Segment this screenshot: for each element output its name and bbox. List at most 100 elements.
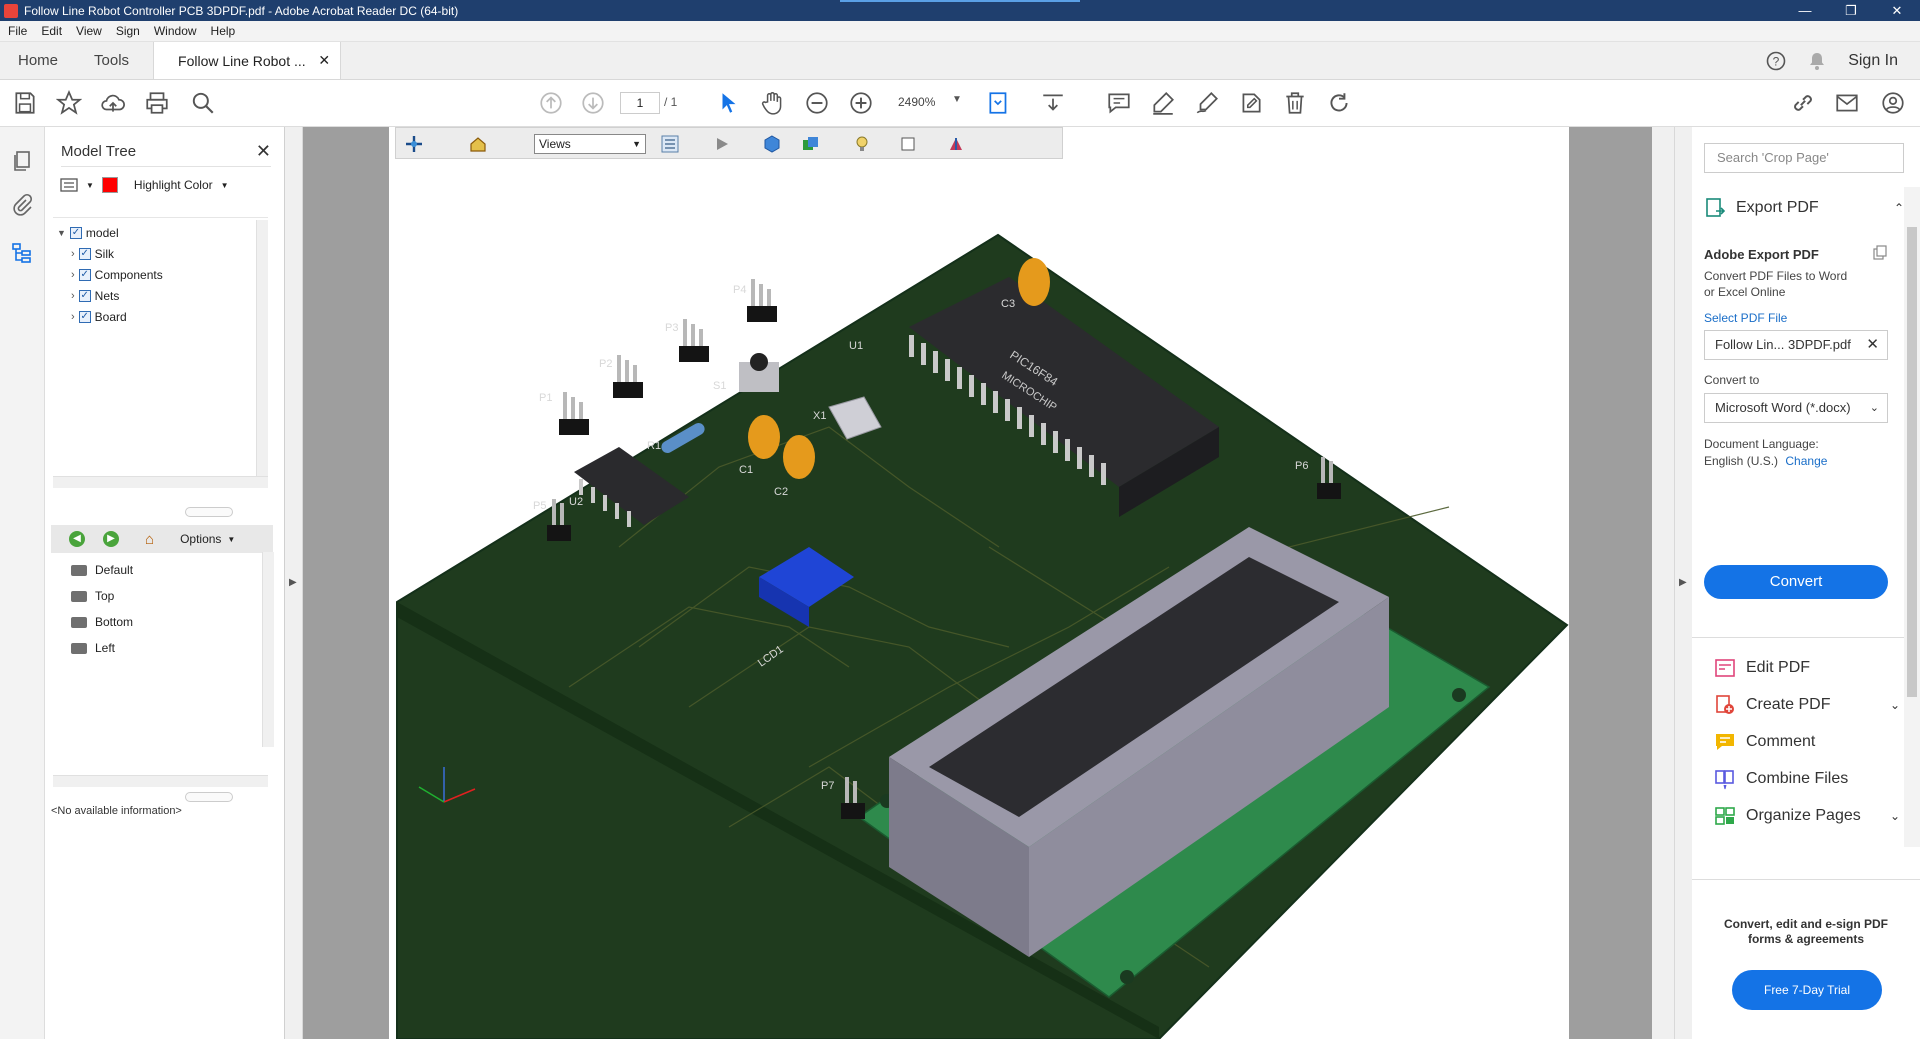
- play-animation-icon[interactable]: [712, 134, 732, 154]
- chevron-down-icon[interactable]: ⌄: [1890, 698, 1900, 712]
- hand-tool-icon[interactable]: [760, 90, 786, 116]
- search-tools-input[interactable]: Search 'Crop Page': [1704, 143, 1904, 173]
- menu-file[interactable]: File: [8, 24, 27, 38]
- user-icon[interactable]: [1880, 90, 1906, 116]
- panel-splitter[interactable]: [185, 507, 233, 517]
- tree-item-board[interactable]: › ✓ Board: [71, 310, 127, 324]
- view-item-top[interactable]: Top: [53, 583, 133, 609]
- visibility-checkbox[interactable]: ✓: [78, 248, 91, 260]
- tree-item-nets[interactable]: › ✓ Nets: [71, 289, 119, 303]
- views-scrollbar[interactable]: [262, 552, 274, 747]
- help-icon[interactable]: ?: [1766, 51, 1786, 71]
- previous-page-icon[interactable]: [538, 90, 564, 116]
- page-thumbnails-icon[interactable]: [10, 149, 34, 173]
- visibility-checkbox[interactable]: ✓: [78, 290, 91, 302]
- page-fit-icon[interactable]: [986, 90, 1012, 116]
- highlight-color-swatch[interactable]: [101, 177, 118, 193]
- projection-icon[interactable]: [762, 134, 782, 154]
- chevron-right-icon[interactable]: ›: [71, 269, 75, 281]
- search-zoom-icon[interactable]: [190, 90, 216, 116]
- tool-create-pdf[interactable]: Create PDF ⌄: [1714, 694, 1900, 716]
- chevron-up-icon[interactable]: ⌃: [1894, 201, 1904, 215]
- chevron-down-icon[interactable]: ⌄: [1890, 809, 1900, 823]
- visibility-checkbox[interactable]: ✓: [78, 311, 91, 323]
- tool-organize-pages[interactable]: Organize Pages ⌄: [1714, 805, 1900, 827]
- panel-splitter[interactable]: [185, 792, 233, 802]
- page-number-input[interactable]: 1: [620, 92, 660, 114]
- chevron-right-icon[interactable]: ▶: [1679, 577, 1687, 588]
- lighting-icon[interactable]: [852, 134, 872, 154]
- chevron-down-icon[interactable]: ▼: [86, 181, 94, 190]
- restore-icon[interactable]: ❐: [1828, 3, 1874, 19]
- chevron-down-icon[interactable]: ⌄: [1870, 394, 1879, 422]
- zoom-out-icon[interactable]: [804, 90, 830, 116]
- chevron-right-icon[interactable]: ›: [71, 311, 75, 323]
- tab-home[interactable]: Home: [0, 42, 76, 79]
- tree-options-icon[interactable]: [60, 177, 78, 193]
- print-icon[interactable]: [144, 90, 170, 116]
- view-item-left[interactable]: Left: [53, 635, 133, 661]
- cross-section-icon[interactable]: [946, 134, 966, 154]
- tool-combine-files[interactable]: Combine Files: [1714, 768, 1900, 790]
- sign-in-button[interactable]: Sign In: [1848, 52, 1898, 70]
- tree-item-components[interactable]: › ✓ Components: [71, 268, 163, 282]
- chevron-down-icon[interactable]: ▼: [952, 94, 962, 105]
- visibility-checkbox[interactable]: ✓: [69, 227, 82, 239]
- fill-sign-icon[interactable]: [1194, 90, 1220, 116]
- comment-icon[interactable]: [1106, 90, 1132, 116]
- attachments-icon[interactable]: [10, 193, 34, 217]
- chevron-right-icon[interactable]: ▶: [289, 577, 297, 588]
- rotate-3d-icon[interactable]: [404, 134, 424, 154]
- share-link-icon[interactable]: [1790, 90, 1816, 116]
- minimize-icon[interactable]: —: [1782, 3, 1828, 18]
- home-view-icon[interactable]: [468, 134, 488, 154]
- collapse-left-panel[interactable]: ▶: [285, 127, 303, 1039]
- star-icon[interactable]: [56, 90, 82, 116]
- scroll-mode-icon[interactable]: [1040, 90, 1066, 116]
- tool-edit-pdf[interactable]: Edit PDF: [1714, 657, 1900, 679]
- chevron-down-icon[interactable]: ▼: [57, 228, 66, 238]
- menu-edit[interactable]: Edit: [41, 24, 62, 38]
- selected-file-field[interactable]: Follow Lin... 3DPDF.pdf ✕: [1704, 330, 1888, 360]
- views-select[interactable]: Views ▼: [534, 134, 646, 154]
- view-item-bottom[interactable]: Bottom: [53, 609, 133, 635]
- change-language-link[interactable]: Change: [1785, 454, 1827, 468]
- zoom-level[interactable]: 2490%: [898, 95, 935, 109]
- chevron-down-icon[interactable]: ▼: [221, 181, 229, 190]
- free-trial-button[interactable]: Free 7-Day Trial: [1732, 970, 1882, 1010]
- chevron-right-icon[interactable]: ›: [71, 290, 75, 302]
- export-pdf-header[interactable]: Export PDF ⌃: [1704, 193, 1904, 223]
- chevron-down-icon[interactable]: ▼: [632, 135, 641, 153]
- view-item-default[interactable]: Default: [53, 557, 133, 583]
- mail-icon[interactable]: [1834, 90, 1860, 116]
- collapse-right-panel[interactable]: ▶: [1674, 127, 1692, 1039]
- rotate-icon[interactable]: [1326, 90, 1352, 116]
- cloud-upload-icon[interactable]: [100, 90, 126, 116]
- home-view-icon[interactable]: ⌂: [145, 531, 154, 548]
- chevron-down-icon[interactable]: ▼: [227, 535, 235, 544]
- save-icon[interactable]: [12, 90, 38, 116]
- close-tab-icon[interactable]: ✕: [318, 52, 330, 69]
- menu-sign[interactable]: Sign: [116, 24, 140, 38]
- tree-item-model[interactable]: ▼ ✓ model: [57, 226, 119, 240]
- convert-button[interactable]: Convert: [1704, 565, 1888, 599]
- remove-file-icon[interactable]: ✕: [1866, 331, 1879, 359]
- background-color-icon[interactable]: [898, 134, 918, 154]
- scrollbar-thumb[interactable]: [1907, 227, 1917, 697]
- tools-scrollbar[interactable]: [1904, 187, 1920, 847]
- close-panel-icon[interactable]: ✕: [256, 141, 271, 162]
- visibility-checkbox[interactable]: ✓: [78, 269, 91, 281]
- options-button[interactable]: Options: [180, 532, 221, 546]
- previous-view-icon[interactable]: ◀: [69, 531, 85, 547]
- tree-scrollbar[interactable]: [256, 220, 268, 476]
- document-scrollbar[interactable]: [1652, 127, 1674, 1039]
- delete-icon[interactable]: [1282, 90, 1308, 116]
- highlight-color-button[interactable]: Highlight Color: [134, 178, 213, 192]
- select-pdf-file-link[interactable]: Select PDF File: [1704, 311, 1787, 325]
- render-mode-icon[interactable]: [800, 134, 820, 154]
- copy-icon[interactable]: [1872, 245, 1888, 261]
- select-cursor-icon[interactable]: [716, 90, 742, 116]
- tab-document[interactable]: Follow Line Robot ... ✕: [153, 42, 342, 79]
- toggle-model-tree-icon[interactable]: [660, 134, 680, 154]
- next-page-icon[interactable]: [580, 90, 606, 116]
